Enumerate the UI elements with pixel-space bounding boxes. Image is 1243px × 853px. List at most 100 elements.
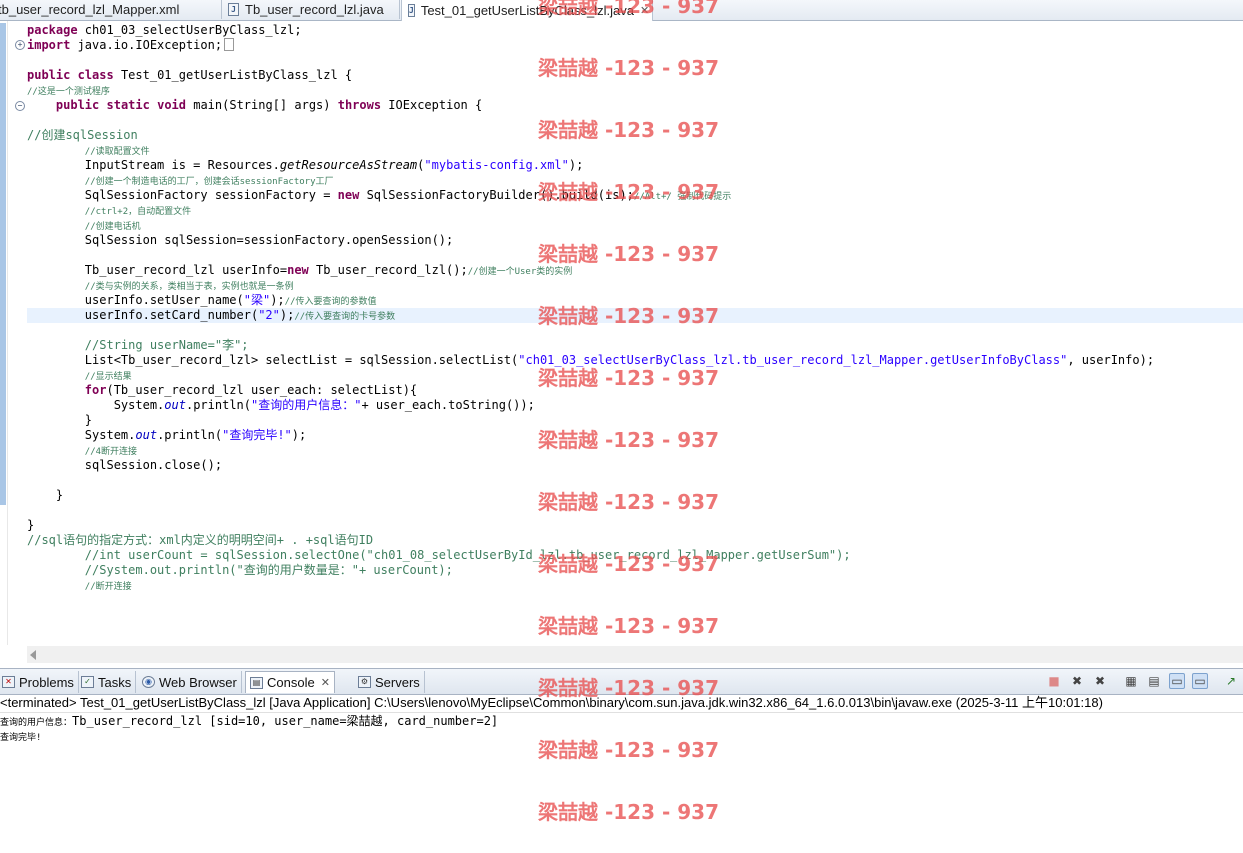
code-line: public static void main(String[] args) t… [27, 98, 1154, 113]
tab-label: Tb_user_record_lzl.java [245, 2, 384, 17]
tab-tasks[interactable]: ✓ Tasks [77, 671, 137, 693]
code-token: ); [270, 293, 285, 307]
console-text: 查询的用户信息： [0, 718, 73, 728]
tab-web-browser[interactable]: ◉ Web Browser [138, 671, 242, 693]
tasks-icon: ✓ [81, 676, 94, 688]
tab-label: Problems [19, 674, 74, 690]
code-line: //读取配置文件 [27, 143, 1154, 158]
tab-label: Test_01_getUserListByClass_lzl.java [420, 3, 634, 18]
static-field: out [135, 428, 158, 442]
comment: //创建一个制造电话的工厂，创建会话sessionFactory工厂 [84, 177, 334, 187]
comment: //这是一个测试程序 [27, 87, 110, 97]
code-token: + user_each.toString()); [361, 398, 535, 412]
console-icon: ▤ [250, 676, 263, 689]
tab-servers[interactable]: ⚙ Servers [354, 671, 425, 693]
problems-icon: ✕ [2, 676, 15, 688]
horizontal-scrollbar[interactable] [27, 646, 1243, 663]
tab-tb-user-record-java[interactable]: J Tb_user_record_lzl.java [222, 0, 400, 19]
terminate-icon[interactable]: ■ [1046, 673, 1062, 689]
code-line: InputStream is = Resources.getResourceAs… [27, 158, 1154, 173]
code-line: userInfo.setCard_number("2");//传入要查询的卡号参… [27, 308, 1154, 323]
scroll-left-arrow-icon[interactable] [30, 650, 36, 660]
code-line: //ctrl+2，自动配置文件 [27, 203, 1154, 218]
console-text: Tb_user_record_lzl [sid=10, user_name=梁喆… [72, 714, 499, 728]
code-line: SqlSessionFactory sessionFactory = new S… [27, 188, 1154, 203]
code-line: //String userName="李"; [27, 338, 1154, 353]
code-line: SqlSession sqlSession=sessionFactory.ope… [27, 233, 1154, 248]
console-process-label: <terminated> Test_01_getUserListByClass_… [0, 694, 1243, 713]
code-line: //创建sqlSession [27, 128, 1154, 143]
keyword: public [55, 98, 100, 112]
tab-problems[interactable]: ✕ Problems [0, 671, 79, 693]
keyword: static [106, 98, 150, 112]
code-token: java.io.IOException; [70, 38, 223, 52]
comment: //传入要查询的卡号参数 [294, 312, 396, 322]
pin-console-icon[interactable]: ↗ [1223, 673, 1239, 689]
code-line: userInfo.setUser_name("梁");//传入要查询的参数值 [27, 293, 1154, 308]
code-line: System.out.println("查询完毕!"); [27, 428, 1154, 443]
java-file-icon: J [228, 3, 239, 16]
console-line: 查询完毕! [0, 733, 42, 743]
string-literal: "2" [258, 308, 280, 322]
comment: //读取配置文件 [84, 147, 150, 157]
remove-launch-icon[interactable]: ✖ [1069, 673, 1085, 689]
code-token: main(String[] args) [186, 98, 338, 112]
code-token: (Tb_user_record_lzl user_each: selectLis… [106, 383, 418, 397]
code-token: System. [84, 428, 136, 442]
keyword: class [77, 68, 114, 82]
code-line: List<Tb_user_record_lzl> selectList = sq… [27, 353, 1154, 368]
tab-label: tb_user_record_lzl_Mapper.xml [0, 2, 180, 17]
tab-label: Servers [375, 674, 420, 690]
comment: //System.out.println("查询的用户数量是："+ userCo… [84, 563, 453, 577]
tab-label: Tasks [98, 674, 132, 690]
code-token: getResourceAsStream [279, 158, 418, 172]
code-token: } [27, 518, 35, 532]
code-line: //这是一个测试程序 [27, 83, 1154, 98]
code-token: List<Tb_user_record_lzl> selectList = sq… [84, 353, 519, 367]
tab-test-java[interactable]: J Test_01_getUserListByClass_lzl.java ✕ [401, 0, 653, 21]
fold-collapse-icon[interactable]: − [15, 101, 25, 111]
show-console-on-output-icon[interactable]: ▭ [1169, 673, 1185, 689]
string-literal: "ch01_03_selectUserByClass_lzl.tb_user_r… [518, 353, 1068, 367]
tab-mapper-xml[interactable]: tb_user_record_lzl_Mapper.xml [0, 0, 222, 19]
close-icon[interactable]: ✕ [321, 676, 330, 689]
scroll-lock-icon[interactable]: ▤ [1146, 673, 1162, 689]
comment: //显示结果 [84, 372, 132, 382]
code-line: //断开连接 [27, 578, 1154, 593]
code-line: } [27, 518, 1154, 533]
code-token: ); [568, 158, 584, 172]
console-output[interactable]: 查询的用户信息：Tb_user_record_lzl [sid=10, user… [0, 714, 1243, 746]
close-icon[interactable]: ✕ [640, 4, 649, 17]
code-line: //显示结果 [27, 368, 1154, 383]
code-line: import java.io.IOException; [27, 38, 1154, 53]
fold-expand-icon[interactable]: + [15, 40, 25, 50]
show-console-on-error-icon[interactable]: ▭ [1192, 673, 1208, 689]
collapsed-imports-box[interactable] [224, 38, 235, 51]
code-line: for(Tb_user_record_lzl user_each: select… [27, 383, 1154, 398]
code-line: Tb_user_record_lzl userInfo=new Tb_user_… [27, 263, 1154, 278]
clear-console-icon[interactable]: ▦ [1123, 673, 1139, 689]
tab-label: Console [267, 675, 315, 690]
code-token: userInfo.setUser_name( [84, 293, 244, 307]
code-token: ); [291, 428, 307, 442]
keyword: package [27, 23, 78, 37]
comment: //创建sqlSession [27, 128, 138, 142]
code-token: SqlSessionFactory sessionFactory = [84, 188, 338, 202]
servers-icon: ⚙ [358, 676, 371, 688]
code-text[interactable]: package ch01_03_selectUserByClass_lzl; i… [27, 23, 1154, 593]
remove-all-terminated-icon[interactable]: ✖ [1092, 673, 1108, 689]
code-token: InputStream is = Resources. [84, 158, 280, 172]
code-line: //创建一个制造电话的工厂，创建会话sessionFactory工厂 [27, 173, 1154, 188]
comment: //创建一个User类的实例 [467, 267, 573, 277]
code-line: //4断开连接 [27, 443, 1154, 458]
code-line: package ch01_03_selectUserByClass_lzl; [27, 23, 1154, 38]
code-line: //类与实例的关系，类相当于表，实例也就是一条例 [27, 278, 1154, 293]
code-token: } [55, 488, 64, 502]
code-token: ch01_03_selectUserByClass_lzl; [77, 23, 302, 37]
tab-console[interactable]: ▤ Console ✕ [245, 671, 335, 693]
keyword: new [287, 263, 309, 277]
code-editor[interactable]: + − package ch01_03_selectUserByClass_lz… [0, 21, 1243, 645]
